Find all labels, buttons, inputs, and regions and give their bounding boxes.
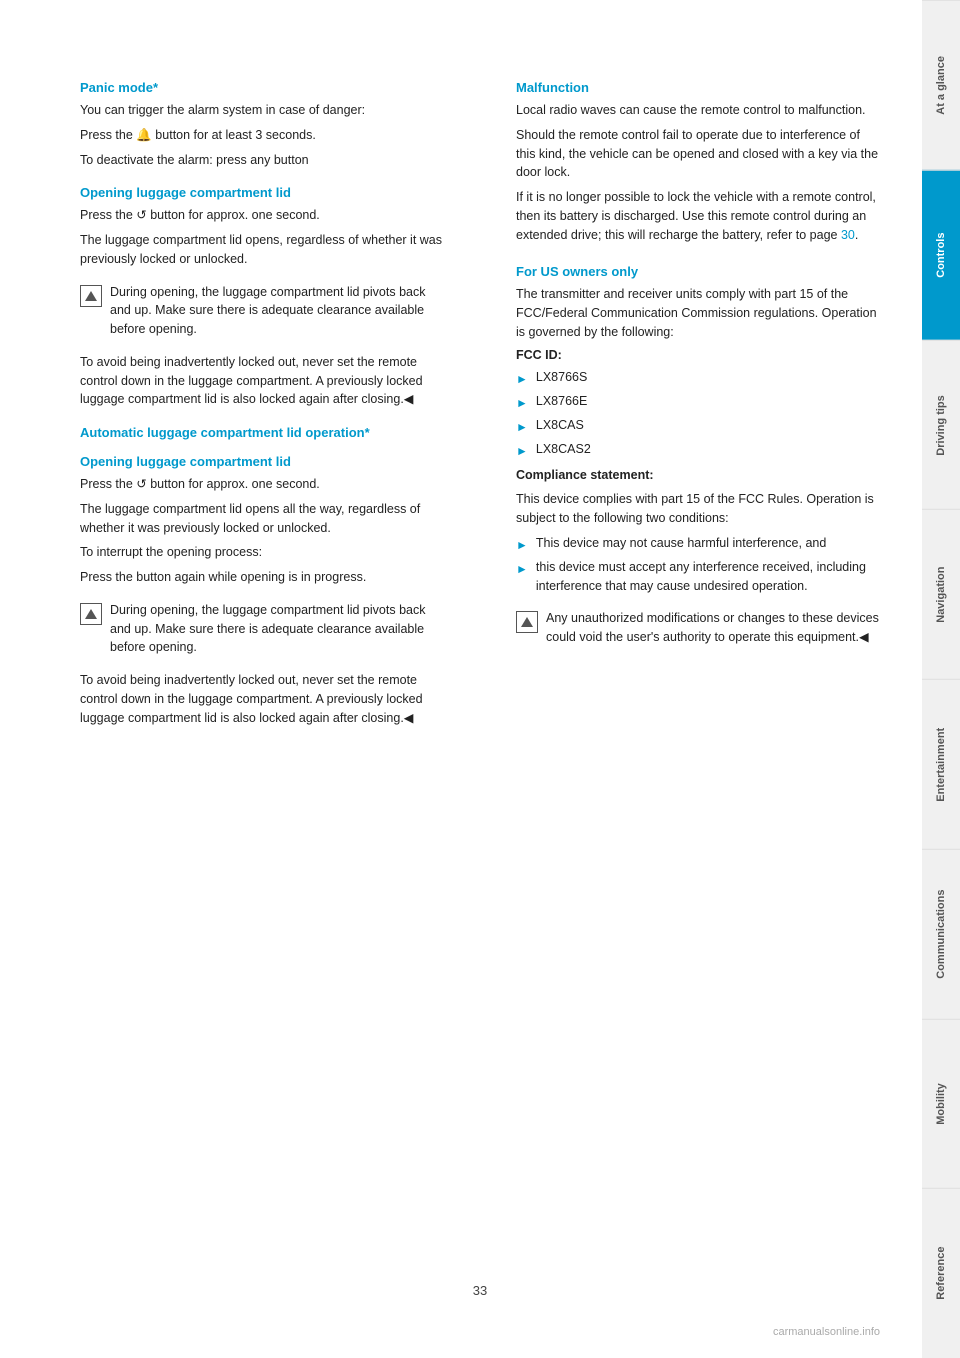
malfunction-text3: If it is no longer possible to lock the … (516, 188, 882, 244)
right-column: Malfunction Local radio waves can cause … (506, 80, 882, 1278)
compliance-text1: This device complies with part 15 of the… (516, 490, 882, 528)
list-item: ► this device must accept any interferen… (516, 558, 882, 596)
compliance-bullet-1: This device may not cause harmful interf… (536, 534, 826, 553)
auto-note1: During opening, the luggage compartment … (110, 601, 446, 657)
opening-lid-text3: To avoid being inadvertently locked out,… (80, 353, 446, 409)
fcc-id-label: FCC ID: (516, 348, 882, 362)
sidebar-tab-communications[interactable]: Communications (922, 849, 960, 1019)
sidebar-tab-driving-tips[interactable]: Driving tips (922, 340, 960, 510)
bullet-arrow-icon: ► (516, 418, 528, 436)
auto-text1: Press the ↺ button for approx. one secon… (80, 475, 446, 494)
fcc-id-value: LX8CAS2 (536, 440, 591, 459)
page-container: Panic mode* You can trigger the alarm sy… (0, 0, 960, 1358)
auto-sub-title: Opening luggage compartment lid (80, 454, 446, 469)
opening-lid-note-box: During opening, the luggage compartment … (80, 277, 446, 345)
compliance-bullets-list: ► This device may not cause harmful inte… (516, 534, 882, 596)
auto-text5: To avoid being inadvertently locked out,… (80, 671, 446, 727)
auto-text2: The luggage compartment lid opens all th… (80, 500, 446, 538)
panic-mode-title: Panic mode* (80, 80, 446, 95)
panic-mode-text3: To deactivate the alarm: press any butto… (80, 151, 446, 170)
page-number: 33 (473, 1283, 487, 1298)
note-icon-3 (516, 611, 538, 633)
triangle-icon-1 (85, 291, 97, 301)
note-icon-2 (80, 603, 102, 625)
list-item: ► LX8766S (516, 368, 882, 388)
fcc-title: For US owners only (516, 264, 882, 279)
opening-lid-title: Opening luggage compartment lid (80, 185, 446, 200)
list-item: ► LX8766E (516, 392, 882, 412)
malfunction-title: Malfunction (516, 80, 882, 95)
opening-lid-text2: The luggage compartment lid opens, regar… (80, 231, 446, 269)
bullet-arrow-icon: ► (516, 394, 528, 412)
malfunction-text1: Local radio waves can cause the remote c… (516, 101, 882, 120)
triangle-icon-2 (85, 609, 97, 619)
bullet-arrow-icon: ► (516, 370, 528, 388)
sidebar-tab-at-a-glance[interactable]: At a glance (922, 0, 960, 170)
fcc-id-list: ► LX8766S ► LX8766E ► LX8CAS ► LX8CAS2 (516, 368, 882, 460)
left-column: Panic mode* You can trigger the alarm sy… (80, 80, 466, 1278)
opening-lid-note1: During opening, the luggage compartment … (110, 283, 446, 339)
compliance-label: Compliance statement: (516, 466, 882, 485)
opening-lid-text1: Press the ↺ button for approx. one secon… (80, 206, 446, 225)
main-content: Panic mode* You can trigger the alarm sy… (0, 0, 922, 1358)
sidebar-tab-reference[interactable]: Reference (922, 1188, 960, 1358)
panic-mode-text1: You can trigger the alarm system in case… (80, 101, 446, 120)
auto-text3: To interrupt the opening process: (80, 543, 446, 562)
panic-mode-text2: Press the 🔔 button for at least 3 second… (80, 126, 446, 145)
compliance-note-box: Any unauthorized modifications or change… (516, 603, 882, 653)
triangle-icon-3 (521, 617, 533, 627)
fcc-id-value: LX8766S (536, 368, 587, 387)
compliance-note-text: Any unauthorized modifications or change… (546, 609, 882, 647)
watermark: carmanualsonline.info (773, 1326, 880, 1338)
fcc-id-value: LX8766E (536, 392, 587, 411)
list-item: ► LX8CAS (516, 416, 882, 436)
list-item: ► This device may not cause harmful inte… (516, 534, 882, 554)
list-item: ► LX8CAS2 (516, 440, 882, 460)
sidebar-tab-controls[interactable]: Controls (922, 170, 960, 340)
note-icon-1 (80, 285, 102, 307)
page-link[interactable]: 30 (841, 228, 855, 242)
auto-note-box: During opening, the luggage compartment … (80, 595, 446, 663)
fcc-id-value: LX8CAS (536, 416, 584, 435)
auto-title: Automatic luggage compartment lid operat… (80, 425, 446, 440)
sidebar-tab-mobility[interactable]: Mobility (922, 1019, 960, 1189)
sidebar-tab-navigation[interactable]: Navigation (922, 509, 960, 679)
bullet-arrow-icon: ► (516, 536, 528, 554)
bullet-arrow-icon: ► (516, 442, 528, 460)
compliance-bullet-2: this device must accept any interference… (536, 558, 882, 596)
auto-text4: Press the button again while opening is … (80, 568, 446, 587)
fcc-text1: The transmitter and receiver units compl… (516, 285, 882, 341)
sidebar-tab-entertainment[interactable]: Entertainment (922, 679, 960, 849)
malfunction-text2: Should the remote control fail to operat… (516, 126, 882, 182)
sidebar: At a glance Controls Driving tips Naviga… (922, 0, 960, 1358)
bullet-arrow-icon: ► (516, 560, 528, 578)
